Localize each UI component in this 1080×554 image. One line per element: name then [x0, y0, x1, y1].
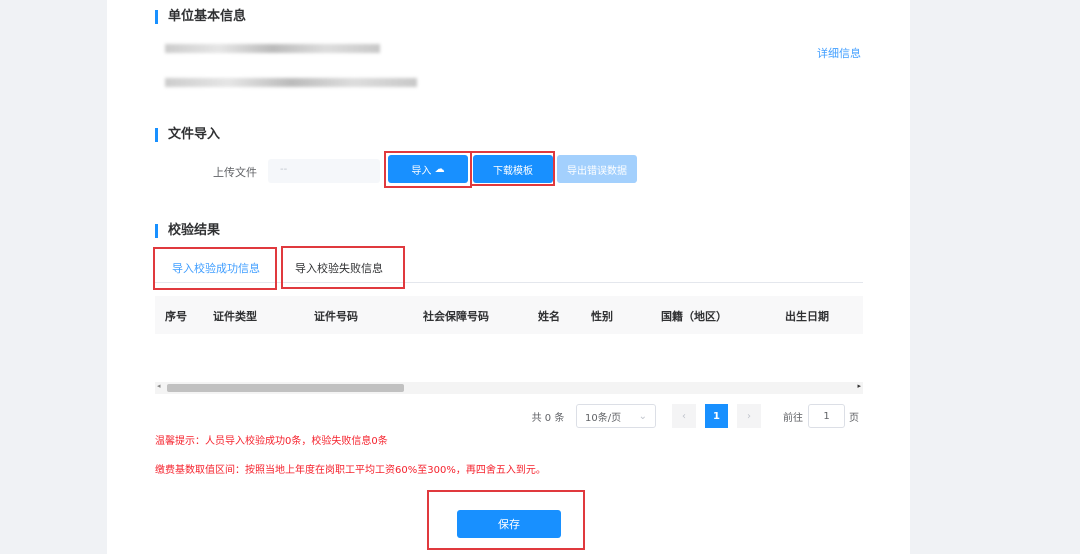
total-count: 共 0 条 — [531, 412, 565, 424]
section-title-unit-info: 单位基本信息 — [155, 10, 246, 24]
highlight-box — [384, 151, 472, 188]
import-summary-notice: 温馨提示：人员导入校验成功0条，校验失败信息0条 — [155, 436, 388, 447]
page-size-value: 10条/页 — [585, 412, 622, 424]
redacted-info-line — [165, 44, 380, 53]
scrollbar-thumb[interactable] — [167, 384, 404, 392]
detail-info-link[interactable]: 详细信息 — [817, 45, 861, 61]
column-header: 序号 — [165, 310, 187, 323]
column-header: 国籍（地区） — [661, 310, 727, 323]
page-size-select[interactable]: 10条/页 ⌄ — [576, 404, 656, 428]
redacted-info-line — [165, 78, 417, 87]
goto-page-input[interactable]: 1 — [808, 404, 845, 428]
column-header: 证件号码 — [314, 310, 358, 323]
section-title-file-import: 文件导入 — [155, 128, 220, 142]
page-suffix: 页 — [849, 412, 859, 424]
next-page-button[interactable]: › — [737, 404, 761, 428]
column-header: 性别 — [591, 310, 613, 323]
prev-page-button[interactable]: ‹ — [672, 404, 696, 428]
table-header: 序号 证件类型 证件号码 社会保障号码 姓名 性别 国籍（地区） 出生日期 — [155, 296, 863, 334]
section-title-validation: 校验结果 — [155, 224, 220, 238]
chevron-down-icon: ⌄ — [638, 410, 647, 422]
highlight-box — [281, 246, 405, 289]
scroll-right-icon[interactable]: ▸ — [857, 382, 861, 390]
column-header: 出生日期 — [785, 310, 829, 323]
column-header: 证件类型 — [213, 310, 257, 323]
export-errors-button[interactable]: 导出错误数据 — [557, 155, 637, 183]
column-header: 社会保障号码 — [423, 310, 489, 323]
highlight-box — [153, 247, 277, 290]
page-1-button[interactable]: 1 — [705, 404, 728, 428]
upload-file-label: 上传文件 — [213, 166, 257, 179]
scroll-left-icon[interactable]: ◂ — [157, 382, 161, 390]
upload-file-input[interactable]: -- — [268, 159, 380, 183]
horizontal-scrollbar[interactable]: ◂ ▸ — [155, 382, 863, 394]
contribution-base-notice: 缴费基数取值区间：按照当地上年度在岗职工平均工资60%至300%，再四舍五入到元… — [155, 465, 546, 476]
column-header: 姓名 — [538, 310, 560, 323]
goto-label: 前往 — [783, 412, 803, 424]
highlight-box — [470, 151, 555, 186]
highlight-box — [427, 490, 585, 550]
